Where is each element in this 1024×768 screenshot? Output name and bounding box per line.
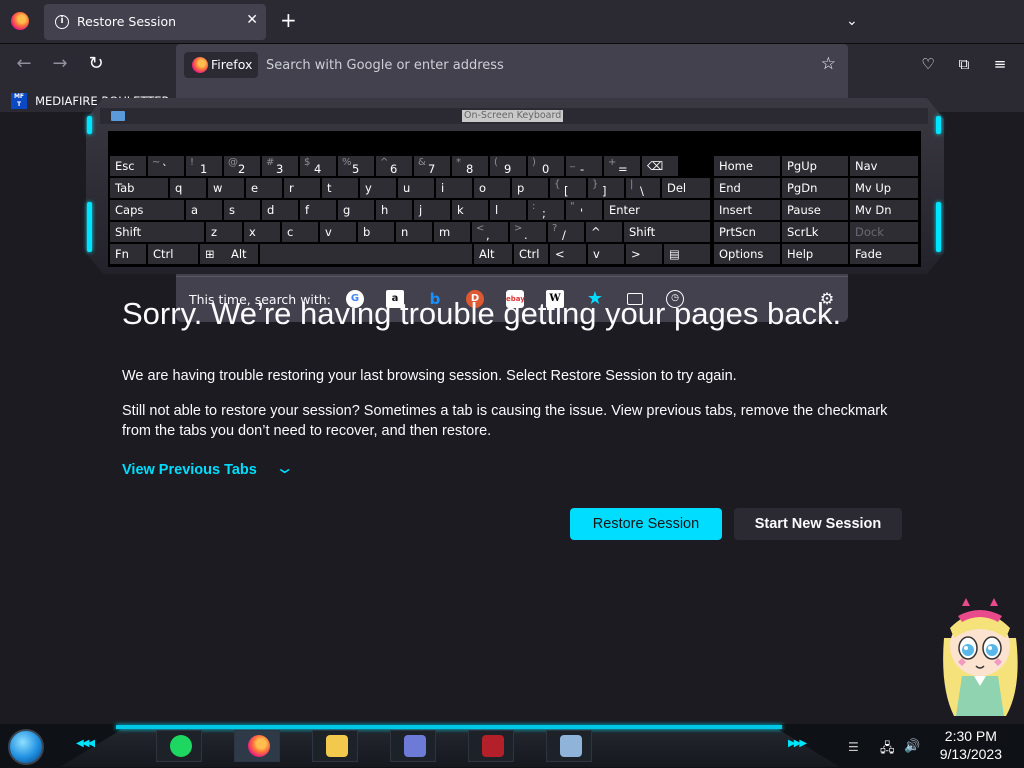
- neon-accent-left-1: [87, 116, 92, 134]
- url-bar[interactable]: Firefox ☆: [176, 44, 848, 86]
- tab-restore-session[interactable]: i Restore Session ✕: [44, 4, 266, 40]
- bookmark-star-icon[interactable]: ☆: [821, 54, 836, 74]
- osk-key[interactable]: Fn: [110, 244, 146, 264]
- view-previous-tabs-link[interactable]: View Previous Tabs: [122, 462, 257, 478]
- page-title: Sorry. We’re having trouble getting your…: [122, 296, 842, 331]
- neon-chevron-left: ◀◀◀: [76, 738, 95, 749]
- osk-key-label: `: [162, 162, 168, 176]
- spotify-icon: [170, 735, 192, 757]
- tab-title: Restore Session: [77, 14, 177, 29]
- forward-arrow-icon[interactable]: →: [48, 53, 72, 74]
- neon-chevron-right: ▶▶▶: [788, 738, 807, 749]
- show-hidden-icons[interactable]: ☰: [848, 740, 859, 754]
- close-tab-icon[interactable]: ✕: [246, 12, 258, 28]
- start-orb-icon[interactable]: [8, 729, 44, 765]
- osk-nav-key[interactable]: Fade: [850, 244, 918, 264]
- taskbar-spotify[interactable]: [156, 730, 202, 762]
- menu-hamburger-icon[interactable]: ≡: [990, 55, 1010, 73]
- error-description: We are having trouble restoring your las…: [122, 368, 737, 384]
- firefox-logo-icon: [192, 57, 208, 73]
- results-overlay: [176, 112, 848, 276]
- tab-strip: i Restore Session ✕ + ⌄: [0, 0, 1024, 44]
- taskbar-file-explorer[interactable]: [312, 730, 358, 762]
- identity-box[interactable]: Firefox: [184, 52, 258, 78]
- taskbar-firefox[interactable]: [234, 730, 280, 762]
- reload-icon[interactable]: ↻: [84, 53, 108, 74]
- remote-desktop-icon: [560, 735, 582, 757]
- info-icon: i: [55, 15, 69, 29]
- network-icon[interactable]: 🖧: [880, 739, 895, 761]
- osk-nav-key[interactable]: Mv Up: [850, 178, 918, 198]
- system-clock[interactable]: 2:30 PM 9/13/2023: [940, 727, 1002, 763]
- character-sticker: [943, 598, 1018, 716]
- restore-session-button[interactable]: Restore Session: [570, 508, 722, 540]
- taskbar-game-app[interactable]: [468, 730, 514, 762]
- error-help-text: Still not able to restore your session? …: [122, 403, 888, 439]
- osk-key[interactable]: Esc: [110, 156, 146, 176]
- osk-nav-key: Dock: [850, 222, 918, 242]
- file-explorer-icon: [326, 735, 348, 757]
- neon-accent-right-2: [936, 202, 941, 252]
- osk-key[interactable]: Tab: [110, 178, 168, 198]
- osk-key-shift-label: ~: [152, 157, 161, 168]
- volume-icon[interactable]: 🔊: [904, 739, 920, 754]
- osk-nav-key[interactable]: Nav: [850, 156, 918, 176]
- pocket-icon[interactable]: ♡: [918, 55, 938, 73]
- url-input[interactable]: [266, 54, 806, 76]
- navigation-toolbar: ← → ↻ Firefox ☆ ♡ ⧉ ≡: [0, 44, 1024, 86]
- back-arrow-icon[interactable]: ←: [12, 53, 36, 74]
- extensions-icon[interactable]: ⧉: [954, 55, 974, 73]
- mediafire-favicon-icon: MF T: [11, 92, 27, 109]
- new-tab-button[interactable]: +: [280, 10, 297, 30]
- keyboard-icon: [111, 111, 125, 121]
- clock-time: 2:30 PM: [944, 728, 997, 744]
- neon-accent-left-2: [87, 202, 92, 252]
- firefox-view-icon[interactable]: [11, 12, 29, 30]
- taskbar-neon-strip: [116, 725, 782, 729]
- media-app-icon: [404, 735, 426, 757]
- list-all-tabs-icon[interactable]: ⌄: [846, 13, 858, 29]
- osk-key[interactable]: Caps: [110, 200, 184, 220]
- clock-date: 9/13/2023: [939, 746, 1002, 762]
- game-app-icon: [482, 735, 504, 757]
- firefox-icon: [248, 735, 270, 757]
- osk-nav-key[interactable]: Mv Dn: [850, 200, 918, 220]
- chevron-down-icon[interactable]: ⌄: [275, 458, 295, 477]
- identity-label: Firefox: [211, 57, 253, 72]
- taskbar-media-app[interactable]: [390, 730, 436, 762]
- taskbar-remote-desktop[interactable]: [546, 730, 592, 762]
- start-new-session-button[interactable]: Start New Session: [734, 508, 902, 540]
- neon-accent-right-1: [936, 116, 941, 134]
